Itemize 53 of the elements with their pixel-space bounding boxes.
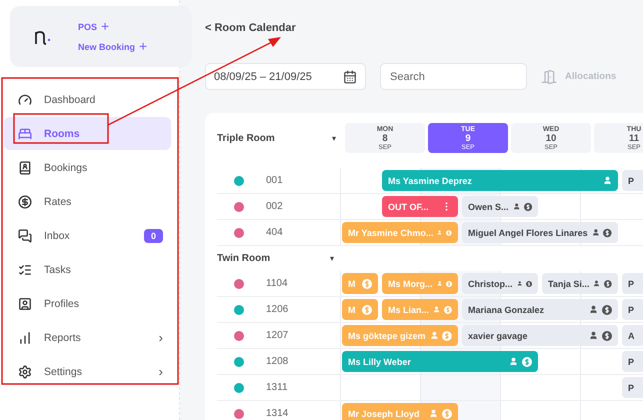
nav-item[interactable]: Rooms (4, 117, 171, 150)
room-number: 1311 (266, 382, 288, 393)
caret-icon[interactable]: ▾ (332, 134, 336, 142)
contact-book-icon (18, 160, 32, 174)
nav-item[interactable]: Bookings (4, 151, 171, 184)
chevron-icon: › (158, 364, 163, 379)
caret-icon[interactable]: ▾ (330, 254, 334, 263)
booking-bar[interactable]: A (622, 325, 643, 346)
room-number: 1104 (266, 278, 288, 289)
gauge-icon (18, 92, 32, 106)
door-icon (541, 68, 557, 84)
booking-bar[interactable]: Owen S... (462, 196, 538, 217)
settings-icon (18, 364, 32, 378)
nav-item[interactable]: Tasks (4, 253, 171, 286)
nav-item[interactable]: Settings › (4, 355, 171, 388)
room-number: 001 (266, 175, 283, 186)
room-type-title: Twin Room (217, 253, 270, 264)
booking-bar[interactable]: P (622, 299, 643, 320)
chevron-icon: › (158, 330, 163, 345)
room-number: 002 (266, 201, 283, 212)
dollar-coin-icon (18, 194, 32, 208)
booking-bar[interactable]: Christop... (462, 273, 538, 294)
calendar-icon (343, 70, 357, 84)
room-number: 1207 (266, 330, 288, 341)
room-number: 1314 (266, 408, 288, 419)
bar-chart-icon (18, 330, 32, 344)
booking-bar[interactable]: Mariana Gonzalez (462, 299, 618, 320)
checklist-icon (18, 262, 32, 276)
room-number: 1208 (266, 356, 288, 367)
quick-action-link[interactable]: New Booking + (78, 42, 148, 52)
profile-icon (18, 296, 32, 310)
booking-bar[interactable]: P (622, 351, 643, 372)
nav-item[interactable]: Profiles (4, 287, 171, 320)
bed-icon (18, 126, 32, 140)
booking-bar[interactable]: Tanja Si... (542, 273, 618, 294)
back-link[interactable]: < Room Calendar (205, 22, 643, 34)
nav-item[interactable]: Rates (4, 185, 171, 218)
booking-bar[interactable]: xavier gavage (462, 325, 618, 346)
booking-bar[interactable]: P (622, 170, 643, 191)
date-range-field[interactable]: 08/09/25 – 21/09/25 (205, 63, 366, 90)
room-type-title: Triple Room (217, 132, 275, 144)
nav-item[interactable]: Dashboard (4, 83, 171, 116)
booking-bar[interactable]: Miguel Angel Flores Linares (462, 222, 618, 243)
quick-action-link[interactable]: POS + (78, 22, 148, 32)
booking-bar[interactable]: P (622, 273, 643, 294)
room-number: 404 (266, 227, 283, 238)
nav-item[interactable]: Inbox 0 (4, 219, 171, 252)
count-badge: 0 (144, 228, 163, 242)
nav-item[interactable]: Reports › (4, 321, 171, 354)
search-field[interactable]: Search (380, 63, 527, 90)
room-number: 1206 (266, 304, 288, 315)
booking-bar[interactable]: P (622, 377, 643, 398)
chat-icon (18, 228, 32, 242)
